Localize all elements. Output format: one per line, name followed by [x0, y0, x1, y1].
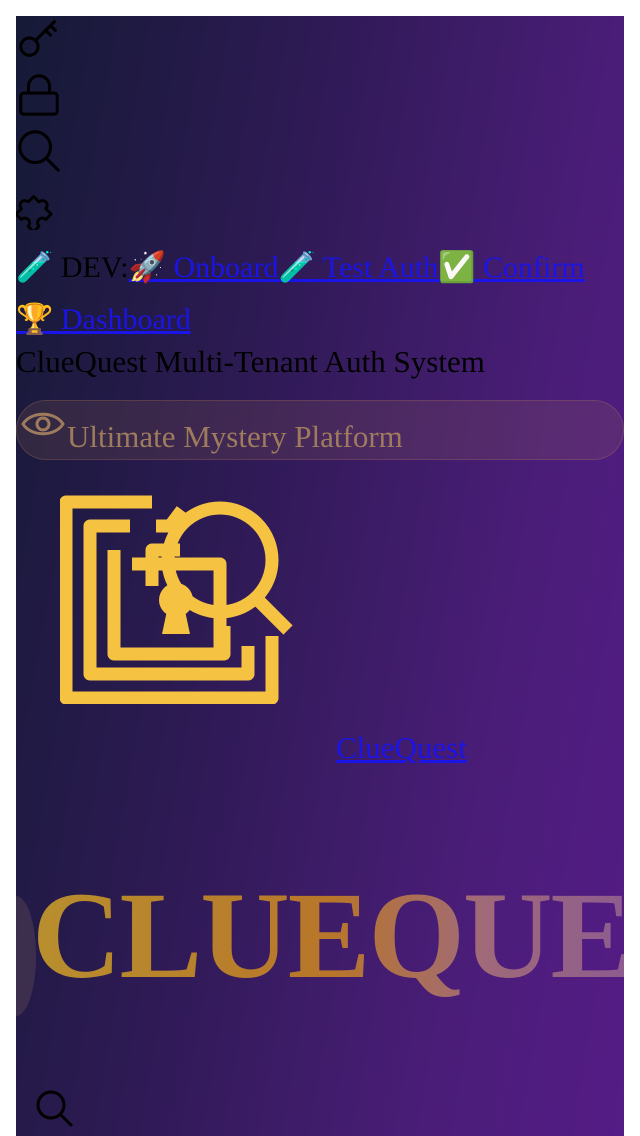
- search-icon: [18, 130, 60, 172]
- search-icon[interactable]: [34, 1088, 74, 1128]
- eye-icon: [21, 412, 65, 436]
- dashboard-link[interactable]: 🏆 Dashboard: [16, 303, 191, 336]
- app-frame: 🧪 DEV:🚀 Onboard🧪 Test Auth✅ Confirm 🏆 Da…: [16, 16, 624, 1136]
- tagline-text: Ultimate Mystery Platform: [67, 419, 403, 454]
- puzzle-icon: [16, 195, 53, 230]
- test-auth-link[interactable]: 🧪 Test Auth: [278, 251, 438, 284]
- icon-stack: [16, 16, 68, 240]
- hero-title: CLUEQUEST: [32, 866, 624, 1006]
- system-title: ClueQuest Multi-Tenant Auth System: [16, 344, 485, 379]
- cluequest-logo: [60, 495, 293, 704]
- lock-icon: [19, 74, 59, 116]
- dev-nav-bar: 🧪 DEV:🚀 Onboard🧪 Test Auth✅ Confirm: [16, 248, 624, 288]
- dev-test-emoji: 🧪: [16, 251, 54, 284]
- dev-label: DEV:: [53, 251, 129, 284]
- key-icon: [19, 20, 57, 57]
- onboard-link[interactable]: 🚀 Onboard: [129, 251, 279, 284]
- tagline-badge: Ultimate Mystery Platform: [16, 400, 624, 460]
- confirm-link[interactable]: ✅ Confirm: [438, 251, 585, 284]
- dashboard-row: 🏆 Dashboard: [16, 300, 191, 340]
- cluequest-home-link[interactable]: ClueQuest: [336, 728, 467, 768]
